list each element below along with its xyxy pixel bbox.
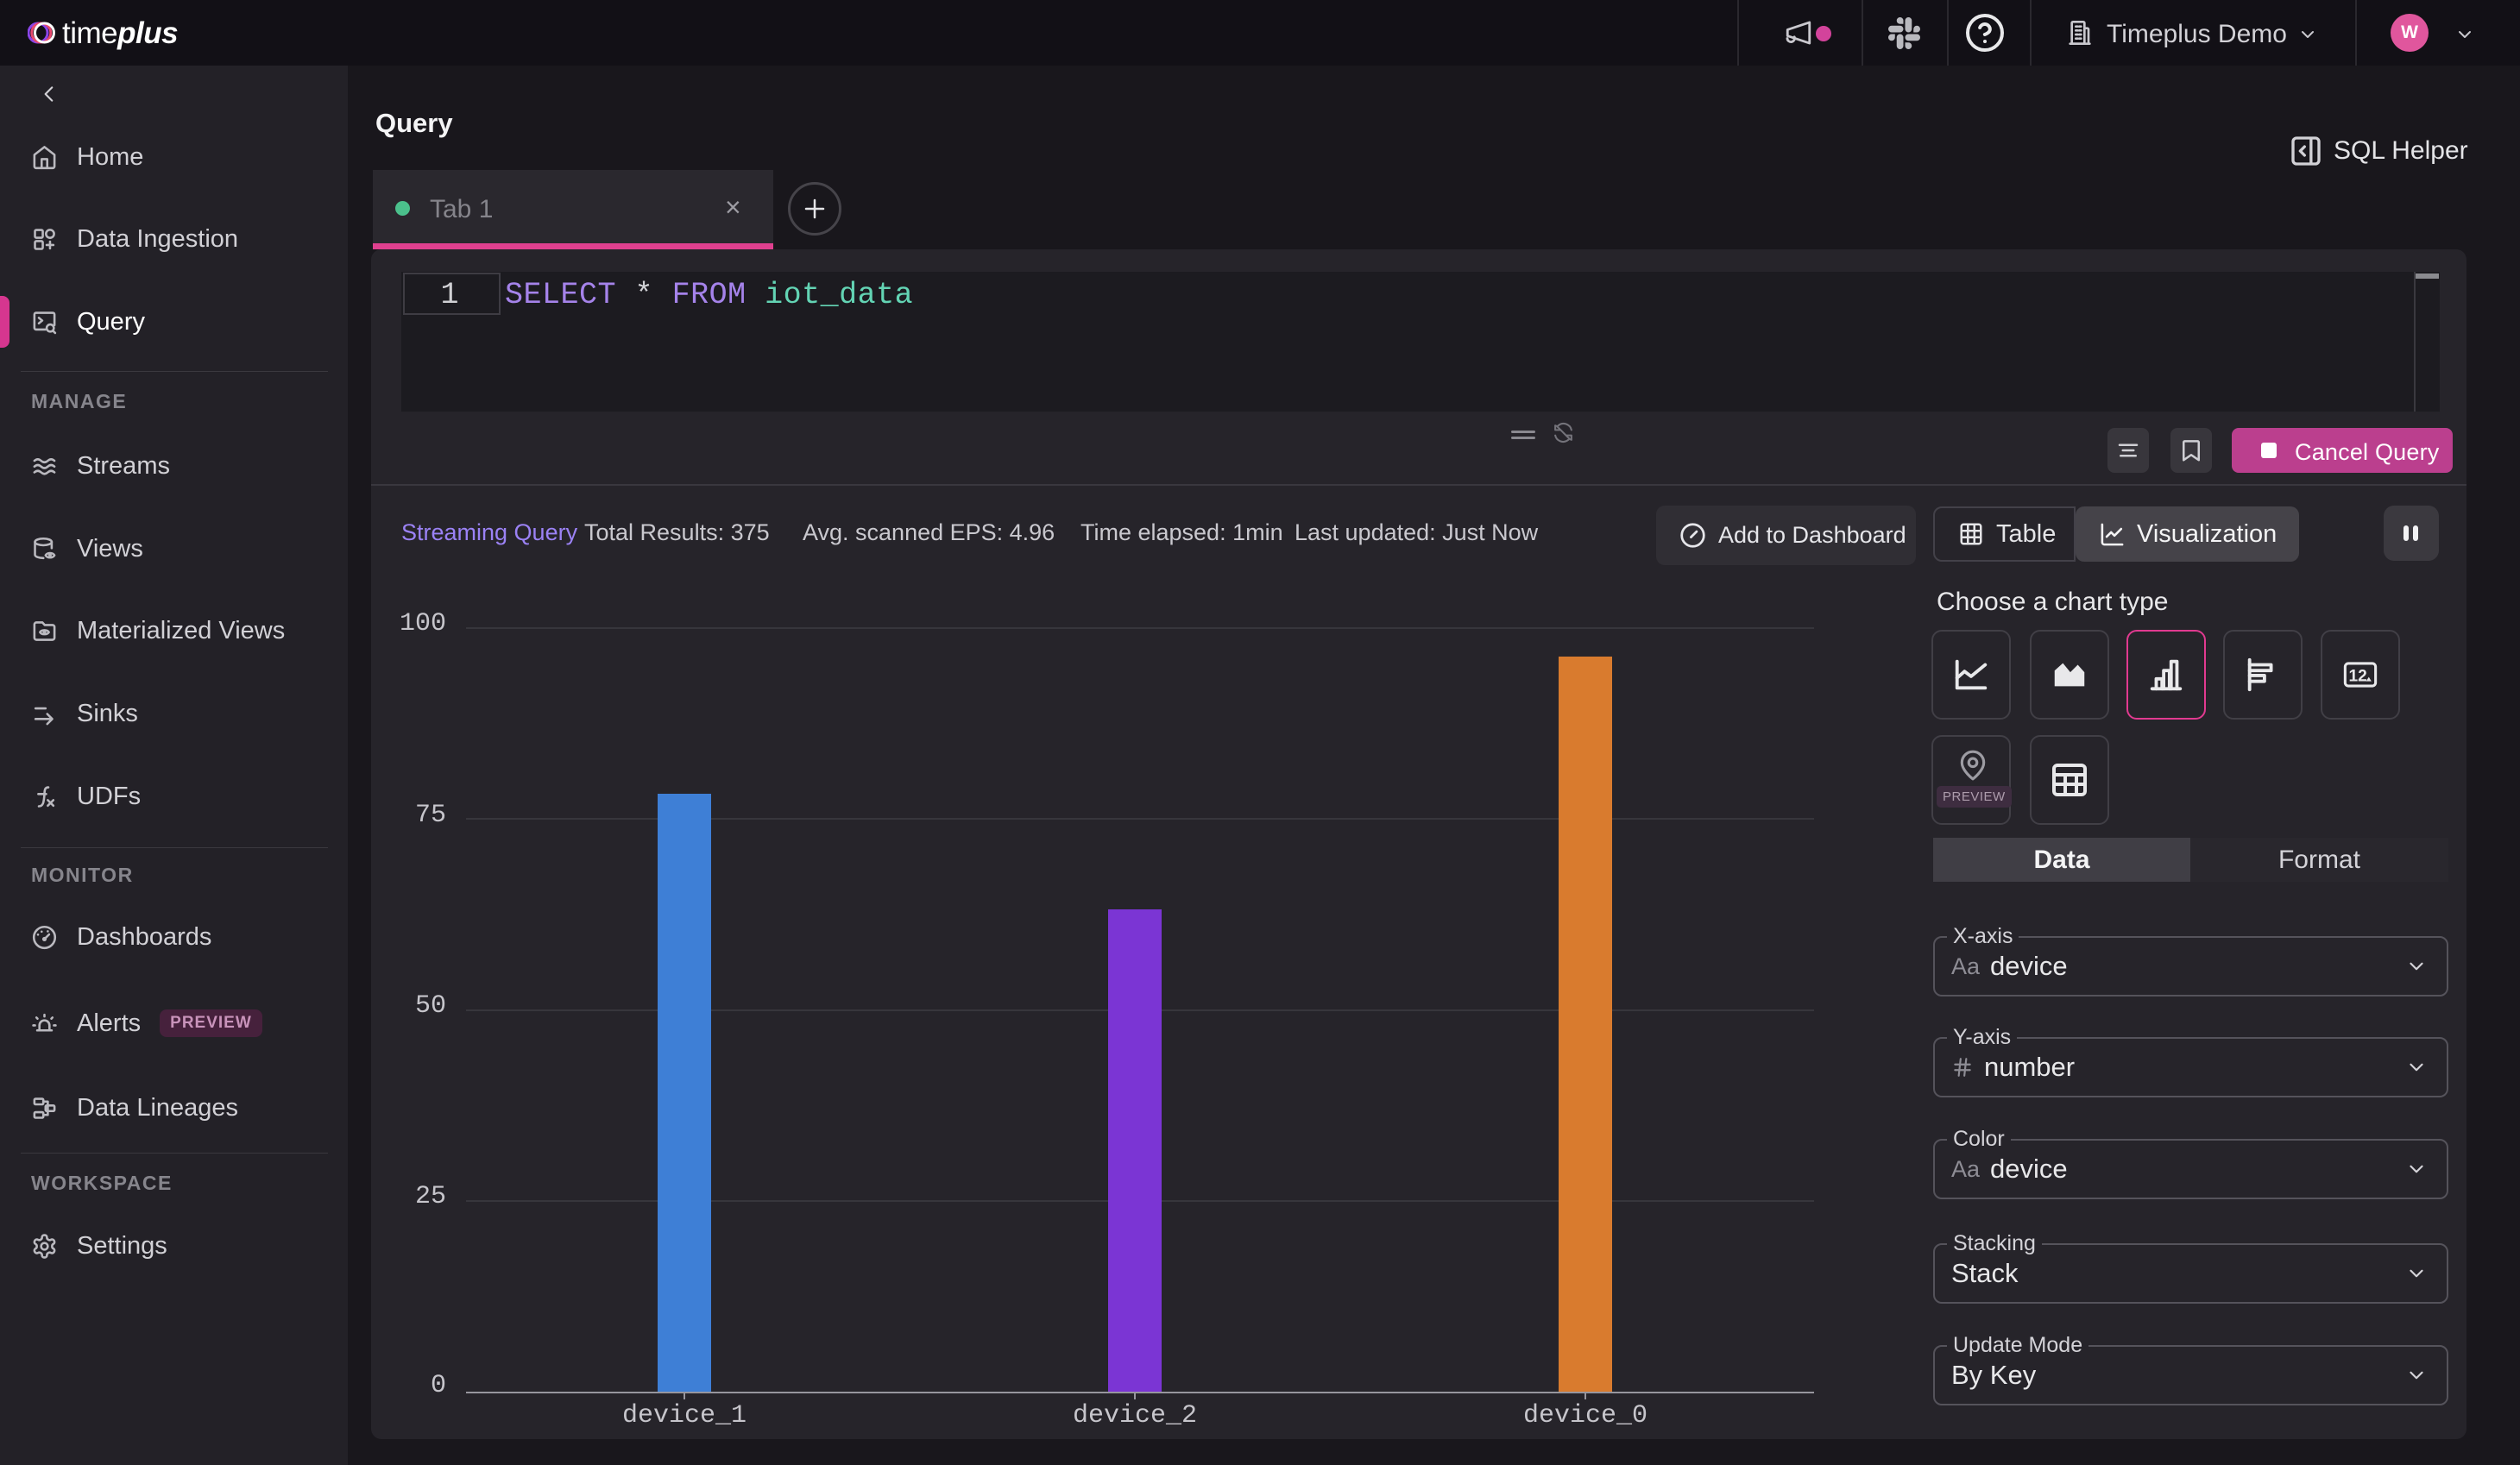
svg-text:12: 12 [2348,667,2366,685]
